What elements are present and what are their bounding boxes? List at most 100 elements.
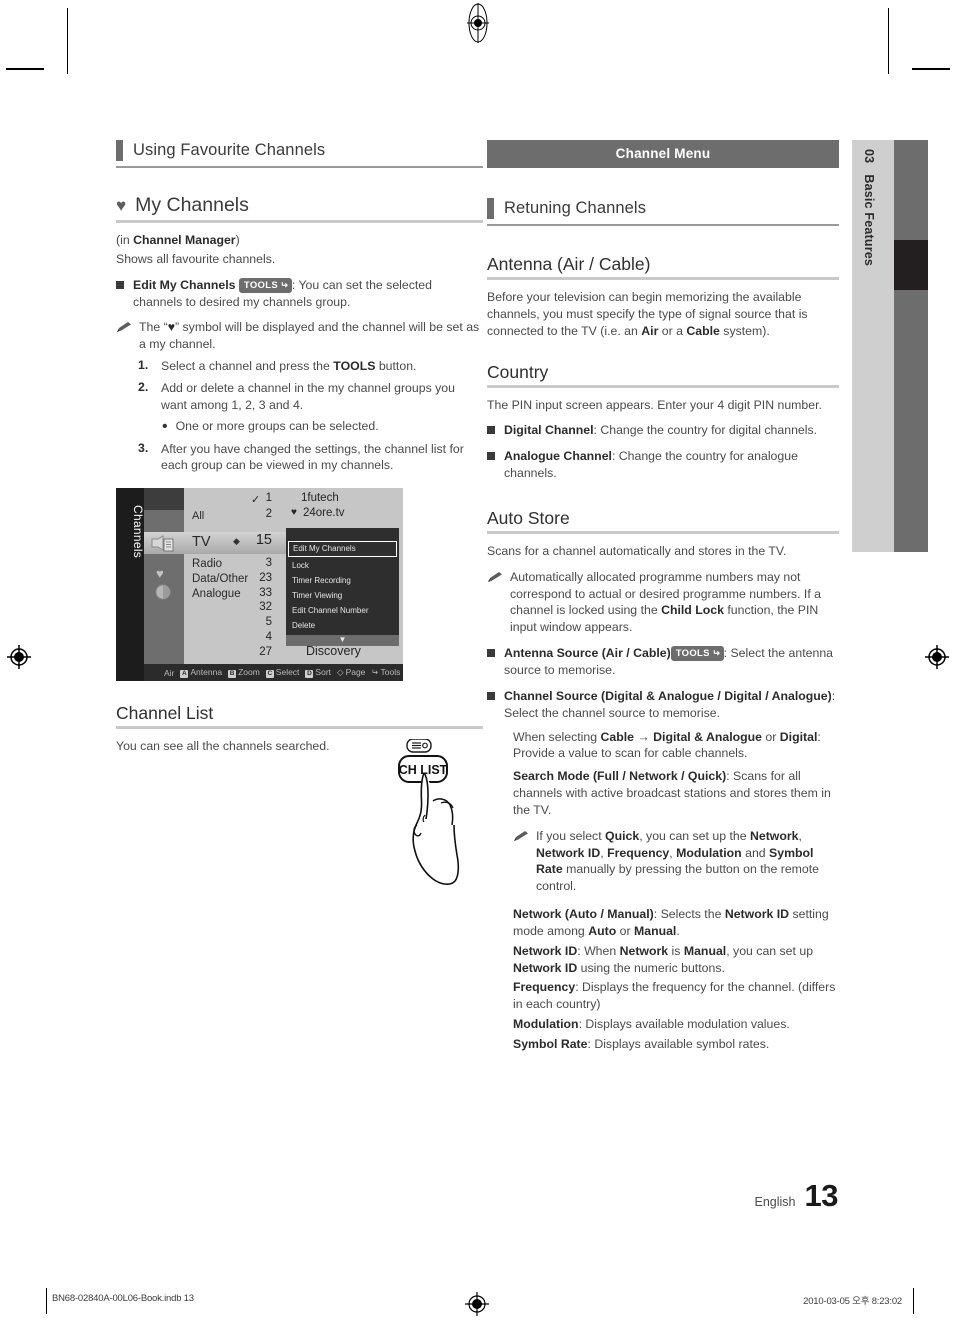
footer-rule-right	[913, 1288, 914, 1314]
antenna-bold-air: Air	[641, 323, 659, 338]
quick-note-mid1: , you can set up the	[639, 828, 750, 843]
quick-setup-note: If you select Quick, you can set up the …	[513, 828, 839, 895]
substep-text: One or more groups can be selected.	[175, 418, 379, 433]
tv-key-page[interactable]: ◇ Page	[337, 667, 365, 678]
country-item-analogue-channel: Analogue Channel: Change the country for…	[487, 448, 839, 482]
tv-context-menu-item-edit-my-channels[interactable]: Edit My Channels	[288, 541, 397, 558]
channel-source-item: Channel Source (Digital & Analogue / Dig…	[487, 688, 839, 722]
param-frequency-label: Frequency	[513, 980, 576, 995]
in-channel-manager-line: (in Channel Manager)	[116, 232, 483, 249]
tv-channel-name-1[interactable]: 24ore.tv	[303, 507, 345, 519]
param-network-id-post: using the numeric buttons.	[577, 960, 725, 975]
print-footer-timestamp: 2010-03-05 오후 8:23:02	[803, 1296, 902, 1307]
cable-bold: Cable	[600, 729, 635, 744]
digital-bold: Digital	[779, 729, 818, 744]
param-network-id-pre: : When	[577, 943, 620, 958]
cable-line-pre: When selecting	[513, 729, 601, 744]
frequency-bold: Frequency	[607, 845, 670, 860]
step-2-substep: • One or more groups can be selected.	[116, 418, 483, 436]
channel-source-label: Channel Source (Digital & Analogue / Dig…	[504, 688, 832, 703]
search-mode-line: Search Mode (Full / Network / Quick): Sc…	[513, 768, 839, 819]
step-2-text: Add or delete a channel in the my channe…	[161, 380, 455, 412]
page-number: 13	[804, 1178, 839, 1213]
tv-channel-number-0[interactable]: 1	[244, 492, 272, 504]
cable-line-mid: or	[762, 729, 780, 744]
tv-sidebar-label: Channels	[131, 505, 145, 559]
arrow-icon: →	[634, 729, 654, 744]
step-2-number: 2.	[138, 379, 149, 394]
my-channels-description: Shows all favourite channels.	[116, 251, 276, 266]
tv-channel-number-9[interactable]: 27	[244, 646, 272, 658]
tv-channel-number-6[interactable]: 32	[244, 601, 272, 613]
square-bullet-icon	[487, 649, 495, 658]
key-page-label: Page	[345, 667, 366, 678]
tv-key-antenna[interactable]: A Antenna	[180, 667, 222, 679]
tv-channel-number-7[interactable]: 5	[244, 616, 272, 628]
heart-symbol-inline: ♥	[167, 320, 176, 335]
tv-key-zoom[interactable]: B Zoom	[228, 667, 260, 679]
tv-channel-name-9[interactable]: Discovery	[306, 644, 361, 658]
channel-list-heading: Channel List	[116, 703, 483, 730]
auto-store-heading: Auto Store	[487, 508, 839, 534]
tv-context-menu-item-delete[interactable]: Delete	[286, 618, 399, 633]
tv-channel-number-3[interactable]: 3	[244, 557, 272, 569]
tv-channel-number-8[interactable]: 4	[244, 631, 272, 643]
search-mode-label: Search Mode (Full / Network / Quick)	[513, 769, 727, 784]
tv-category-all[interactable]: All	[192, 510, 204, 522]
pencil-icon	[487, 570, 503, 636]
tv-key-sort[interactable]: D Sort	[305, 667, 331, 679]
tv-key-tools[interactable]: ↵ Tools	[371, 667, 400, 678]
tv-category-analogue[interactable]: Analogue	[192, 588, 241, 600]
tv-channel-number-2[interactable]: 15	[238, 532, 272, 548]
auto-store-intro: Scans for a channel automatically and st…	[487, 543, 787, 558]
tv-channel-manager-screenshot: Channels ♥ All TV ◆ Radio Data/Other Ana…	[116, 488, 403, 682]
tv-category-radio[interactable]: Radio	[192, 558, 222, 570]
step-1-text-post: button.	[375, 359, 417, 374]
key-tools-label: Tools	[380, 667, 401, 678]
chevron-down-icon[interactable]: ▼	[286, 635, 399, 647]
tv-context-menu-item-timer-recording[interactable]: Timer Recording	[286, 573, 399, 588]
tv-channel-name-0[interactable]: 1futech	[301, 492, 339, 504]
tv-context-menu-item-lock[interactable]: Lock	[286, 558, 399, 573]
heading-label: Using Favourite Channels	[133, 141, 326, 159]
note-post: ” symbol will be displayed and the chann…	[139, 320, 480, 352]
country-item-digital-channel: Digital Channel: Change the country for …	[487, 422, 839, 439]
chapter-tab-strip: 03 Basic Features	[852, 140, 894, 552]
square-bullet-icon	[487, 691, 495, 700]
param-network: Network (Auto / Manual): Selects the Net…	[513, 906, 839, 940]
tv-category-tv[interactable]: TV	[192, 534, 211, 550]
tv-channel-number-1[interactable]: 2	[244, 508, 272, 520]
antenna-source-label: Antenna Source (Air / Cable)	[504, 646, 671, 661]
antenna-heading: Antenna (Air / Cable)	[487, 254, 839, 280]
tv-category-data-other[interactable]: Data/Other	[192, 573, 248, 585]
tv-category-tv-icon	[150, 535, 178, 558]
tv-category-favourite-icon: ♥	[156, 566, 164, 582]
tv-source-label: Air	[164, 667, 175, 678]
chapter-title: Basic Features	[862, 174, 876, 267]
tv-channel-number-4[interactable]: 23	[244, 572, 272, 584]
key-d-icon: D	[305, 670, 314, 679]
page-updown-icon: ◇	[337, 667, 344, 678]
chapter-tab-dark-strip	[894, 140, 928, 552]
step-3: 3. After you have changed the settings, …	[116, 441, 483, 475]
tv-channel-number-5[interactable]: 33	[244, 587, 272, 599]
tv-context-menu-item-edit-channel-number[interactable]: Edit Channel Number	[286, 603, 399, 618]
step-1-bold: TOOLS	[333, 359, 376, 374]
param-frequency: Frequency: Displays the frequency for th…	[513, 979, 839, 1013]
param-network-b4: Manual	[633, 923, 677, 938]
heading-tick-icon	[116, 140, 123, 161]
param-network-id-label: Network ID	[513, 943, 578, 958]
antenna-source-item: Antenna Source (Air / Cable) TOOLS ↵: Sele…	[487, 645, 839, 679]
param-network-b2: Network ID	[724, 907, 790, 922]
tv-key-select[interactable]: C Select	[265, 667, 299, 679]
step-1-text-pre: Select a channel and press the	[161, 359, 334, 374]
quick-bold: Quick	[605, 828, 640, 843]
tv-context-menu-item-timer-viewing[interactable]: Timer Viewing	[286, 588, 399, 603]
key-b-label: Zoom	[238, 667, 260, 678]
return-arrow-icon: ↵	[711, 648, 720, 659]
tools-badge: TOOLS ↵	[670, 646, 724, 662]
step-2: 2. Add or delete a channel in the my cha…	[116, 380, 483, 414]
footer-rule-left	[46, 1288, 47, 1314]
quick-note-mid5: and	[741, 845, 770, 860]
step-3-text: After you have changed the settings, the…	[161, 441, 464, 473]
